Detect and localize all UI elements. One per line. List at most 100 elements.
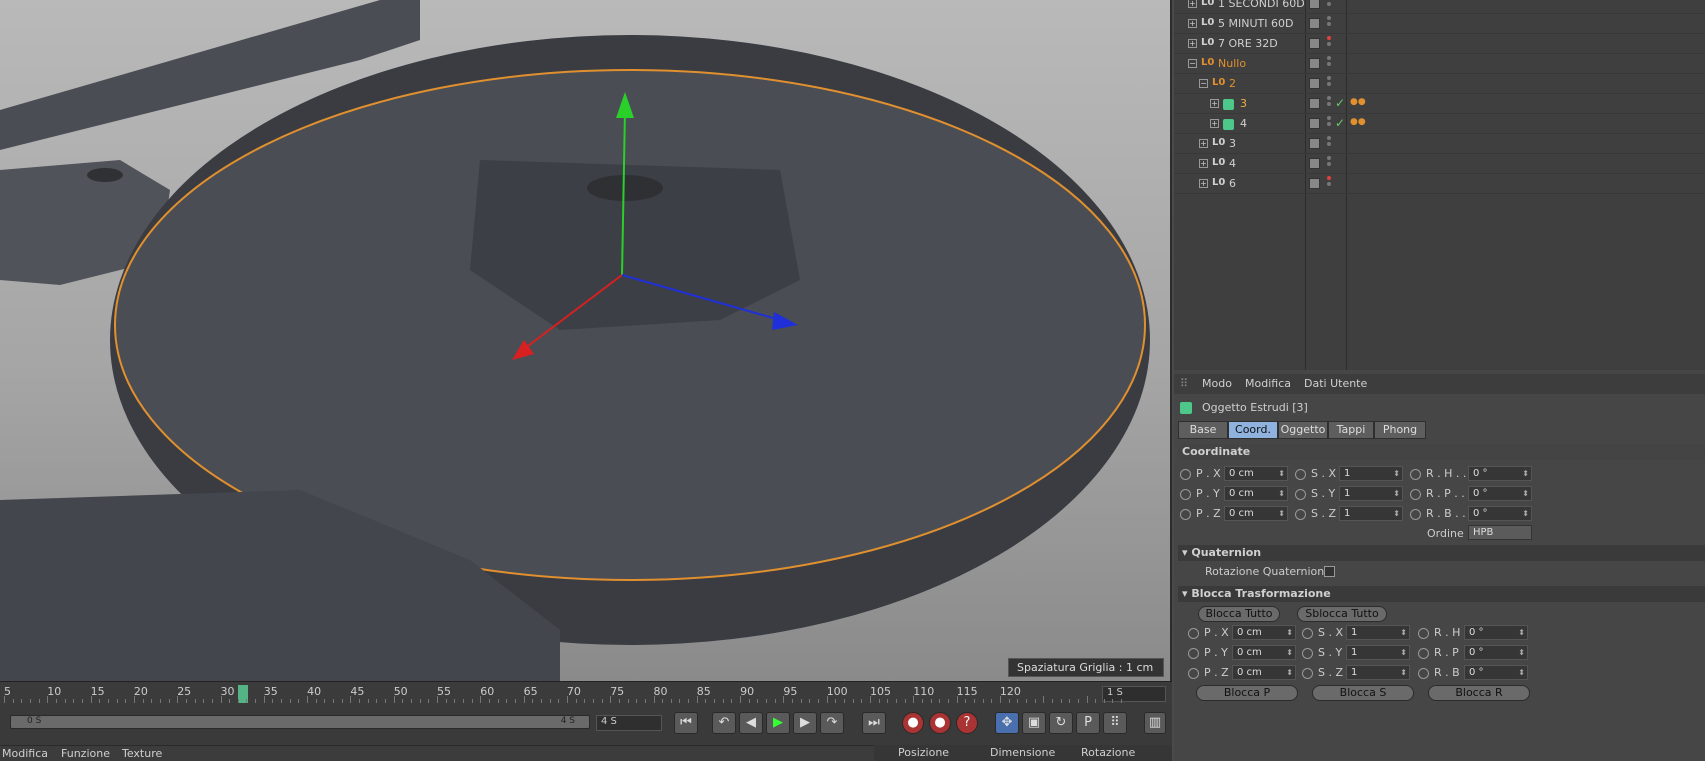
- object-row[interactable]: + L0 6: [1174, 174, 1705, 194]
- expand-icon[interactable]: +: [1199, 139, 1208, 148]
- py-field[interactable]: 0 cm: [1224, 486, 1288, 501]
- section-freeze[interactable]: ▾ Blocca Trasformazione: [1178, 586, 1705, 602]
- tab-coord[interactable]: Coord.: [1228, 421, 1278, 439]
- tab-base[interactable]: Base: [1178, 421, 1228, 439]
- object-row[interactable]: + L0 4: [1174, 154, 1705, 174]
- move-key-icon[interactable]: ✥: [995, 712, 1019, 734]
- visibility-dots-icon[interactable]: [1327, 156, 1331, 170]
- section-quaternion[interactable]: ▾ Quaternion: [1178, 545, 1705, 561]
- object-row[interactable]: + L0 5 MINUTI 60D: [1174, 14, 1705, 34]
- rp-radio[interactable]: [1410, 489, 1421, 500]
- freeze-rh-field[interactable]: 0 °: [1464, 625, 1528, 640]
- visibility-dots-icon[interactable]: [1327, 56, 1331, 70]
- end-time-field[interactable]: 4 S: [596, 715, 662, 731]
- object-row[interactable]: − L0 Nullo: [1174, 54, 1705, 74]
- menu-modo[interactable]: Modo: [1202, 377, 1232, 390]
- unfreeze-all-button[interactable]: Sblocca Tutto: [1297, 606, 1387, 622]
- enabled-check-icon[interactable]: ✓: [1335, 116, 1345, 130]
- menu-attr-modifica[interactable]: Modifica: [1245, 377, 1291, 390]
- rb-field[interactable]: 0 °: [1468, 506, 1532, 521]
- prev-frame-button[interactable]: ◀: [739, 712, 763, 734]
- pz-field[interactable]: 0 cm: [1224, 506, 1288, 521]
- timeline-ruler[interactable]: 1 S 5 10 15 20 25 30 35 40 45 50 55 60 65 70 75 80 85 90 9…: [0, 681, 1172, 704]
- layer-icon[interactable]: [1309, 158, 1320, 169]
- py-radio[interactable]: [1180, 489, 1191, 500]
- freeze-rp-field[interactable]: 0 °: [1464, 645, 1528, 660]
- go-to-start-button[interactable]: ⏮: [674, 712, 698, 734]
- sz-field[interactable]: 1: [1339, 506, 1403, 521]
- freeze-pz-radio[interactable]: [1188, 668, 1199, 679]
- layer-icon[interactable]: [1309, 98, 1320, 109]
- layer-icon[interactable]: [1309, 118, 1320, 129]
- freeze-py-field[interactable]: 0 cm: [1232, 645, 1296, 660]
- enabled-check-icon[interactable]: ✓: [1335, 96, 1345, 110]
- freeze-p-button[interactable]: Blocca P: [1196, 685, 1298, 701]
- rb-radio[interactable]: [1410, 509, 1421, 520]
- freeze-s-button[interactable]: Blocca S: [1312, 685, 1414, 701]
- visibility-dots-icon[interactable]: [1327, 36, 1331, 50]
- film-icon[interactable]: ▥: [1144, 712, 1166, 734]
- expand-icon[interactable]: +: [1199, 159, 1208, 168]
- next-frame-button[interactable]: ▶: [793, 712, 817, 734]
- layer-icon[interactable]: [1309, 78, 1320, 89]
- px-field[interactable]: 0 cm: [1224, 466, 1288, 481]
- visibility-dots-icon[interactable]: [1327, 76, 1331, 90]
- sy-field[interactable]: 1: [1339, 486, 1403, 501]
- play-button[interactable]: ▶: [766, 712, 790, 734]
- freeze-px-radio[interactable]: [1188, 628, 1199, 639]
- time-range-slider[interactable]: 0 S 4 S: [10, 715, 590, 729]
- tab-tappi[interactable]: Tappi: [1328, 421, 1374, 439]
- layer-icon[interactable]: [1309, 0, 1320, 9]
- freeze-py-radio[interactable]: [1188, 648, 1199, 659]
- tab-oggetto[interactable]: Oggetto: [1278, 421, 1328, 439]
- sx-field[interactable]: 1: [1339, 466, 1403, 481]
- expand-icon[interactable]: +: [1188, 39, 1197, 48]
- freeze-rb-radio[interactable]: [1418, 668, 1429, 679]
- phong-tag-icon[interactable]: ●●: [1350, 117, 1366, 127]
- expand-icon[interactable]: +: [1188, 19, 1197, 28]
- scale-key-icon[interactable]: ▣: [1022, 712, 1046, 734]
- layer-icon[interactable]: [1309, 38, 1320, 49]
- rotate-key-icon[interactable]: ↻: [1049, 712, 1073, 734]
- menu-texture[interactable]: Texture: [122, 747, 162, 760]
- menu-modifica[interactable]: Modifica: [2, 747, 48, 760]
- freeze-sy-radio[interactable]: [1302, 648, 1313, 659]
- freeze-sx-radio[interactable]: [1302, 628, 1313, 639]
- layer-icon[interactable]: [1309, 178, 1320, 189]
- freeze-all-button[interactable]: Blocca Tutto: [1198, 606, 1280, 622]
- layer-icon[interactable]: [1309, 138, 1320, 149]
- sy-radio[interactable]: [1295, 489, 1306, 500]
- visibility-dots-icon[interactable]: [1327, 116, 1331, 130]
- freeze-rp-radio[interactable]: [1418, 648, 1429, 659]
- help-icon[interactable]: ?: [956, 712, 978, 734]
- go-to-end-button[interactable]: ⏭: [862, 712, 886, 734]
- menu-dati-utente[interactable]: Dati Utente: [1304, 377, 1367, 390]
- visibility-dots-icon[interactable]: [1327, 96, 1331, 110]
- expand-icon[interactable]: +: [1188, 0, 1197, 8]
- object-row[interactable]: +4 ✓ ●●: [1174, 114, 1705, 134]
- expand-icon[interactable]: +: [1210, 119, 1219, 128]
- layer-icon[interactable]: [1309, 18, 1320, 29]
- freeze-r-button[interactable]: Blocca R: [1428, 685, 1530, 701]
- autokey-icon[interactable]: ●: [929, 712, 951, 734]
- px-radio[interactable]: [1180, 469, 1191, 480]
- param-key-icon[interactable]: P: [1076, 712, 1100, 734]
- record-icon[interactable]: ●: [902, 712, 924, 734]
- next-key-button[interactable]: ↷: [820, 712, 844, 734]
- point-level-icon[interactable]: ⠿: [1103, 712, 1127, 734]
- object-row[interactable]: + L0 3: [1174, 134, 1705, 154]
- phong-tag-icon[interactable]: ●●: [1350, 97, 1366, 107]
- quaternion-checkbox[interactable]: [1324, 566, 1335, 577]
- rh-radio[interactable]: [1410, 469, 1421, 480]
- prev-key-button[interactable]: ↶: [712, 712, 736, 734]
- freeze-rb-field[interactable]: 0 °: [1464, 665, 1528, 680]
- freeze-px-field[interactable]: 0 cm: [1232, 625, 1296, 640]
- freeze-sz-radio[interactable]: [1302, 668, 1313, 679]
- visibility-dots-icon[interactable]: [1327, 0, 1331, 10]
- object-row[interactable]: +3 ✓ ●●: [1174, 94, 1705, 114]
- 3d-viewport[interactable]: Spaziatura Griglia : 1 cm: [0, 0, 1172, 681]
- order-select[interactable]: HPB: [1468, 525, 1532, 540]
- expand-icon[interactable]: +: [1210, 99, 1219, 108]
- expand-icon[interactable]: −: [1199, 79, 1208, 88]
- rh-field[interactable]: 0 °: [1468, 466, 1532, 481]
